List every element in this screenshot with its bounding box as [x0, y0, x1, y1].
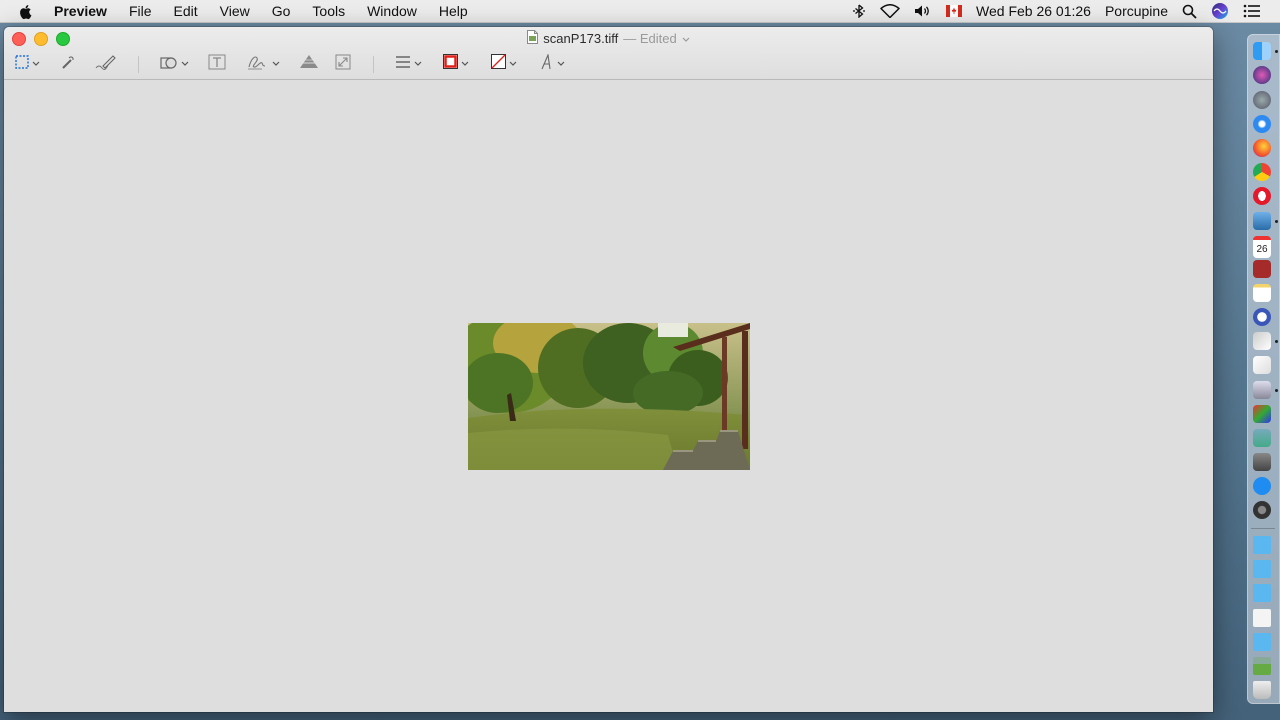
menubar-clock[interactable]: Wed Feb 26 01:26	[976, 3, 1091, 19]
menubar-user[interactable]: Porcupine	[1105, 3, 1168, 19]
dock-divider	[1251, 528, 1275, 529]
scanner-icon[interactable]	[1253, 381, 1271, 399]
running-indicator	[1275, 389, 1278, 392]
toolbar-divider	[138, 56, 139, 73]
menu-view[interactable]: View	[209, 0, 261, 22]
chevron-down-icon	[557, 61, 565, 66]
safari-icon[interactable]	[1253, 115, 1271, 133]
chevron-down-icon	[509, 61, 517, 66]
pencil-sketch-icon	[95, 54, 117, 75]
chevron-down-icon	[461, 61, 469, 66]
notes-icon[interactable]	[1253, 284, 1271, 302]
fill-color-icon	[491, 54, 506, 74]
photo-booth-icon[interactable]	[1253, 405, 1271, 423]
input-source-flag-icon[interactable]	[946, 5, 963, 17]
preview-icon[interactable]	[1253, 212, 1271, 230]
menu-help[interactable]: Help	[428, 0, 479, 22]
text-tool-button[interactable]	[208, 52, 226, 76]
text-style-button[interactable]	[540, 52, 565, 76]
fill-color-button[interactable]	[491, 52, 517, 76]
launchpad-icon[interactable]	[1253, 91, 1271, 109]
preview-image-icon[interactable]	[1253, 429, 1271, 447]
document-canvas[interactable]	[4, 80, 1213, 712]
dictionary-icon[interactable]	[1253, 260, 1271, 278]
running-indicator	[1275, 50, 1278, 53]
preview-window: scanP173.tiff — Edited	[4, 27, 1213, 712]
script-editor-icon[interactable]	[1253, 356, 1271, 374]
menu-window[interactable]: Window	[356, 0, 428, 22]
prism-icon	[299, 54, 319, 75]
adjust-size-button[interactable]	[335, 52, 351, 76]
app-store-icon[interactable]	[1253, 477, 1271, 495]
image-thumb-icon[interactable]	[1253, 657, 1271, 675]
sketch-button[interactable]	[95, 52, 117, 76]
window-title[interactable]: scanP173.tiff — Edited	[4, 30, 1213, 47]
shape-style-button[interactable]	[395, 52, 422, 76]
document-filename: scanP173.tiff	[543, 31, 619, 46]
title-bar: scanP173.tiff — Edited	[4, 27, 1213, 80]
resize-icon	[335, 54, 351, 75]
adjust-color-button[interactable]	[299, 52, 319, 76]
menu-edit[interactable]: Edit	[163, 0, 209, 22]
shapes-button[interactable]	[160, 52, 189, 76]
chevron-down-icon[interactable]	[682, 31, 690, 46]
instant-alpha-button[interactable]	[60, 52, 76, 76]
toolbar-divider	[373, 56, 374, 73]
notification-center-icon[interactable]	[1243, 4, 1261, 18]
border-color-icon	[443, 54, 458, 74]
sign-button[interactable]	[247, 52, 280, 76]
siri-icon[interactable]	[1253, 66, 1271, 84]
running-indicator	[1275, 220, 1278, 223]
rectangular-selection-icon	[15, 54, 29, 74]
folder-icon[interactable]	[1253, 584, 1271, 602]
markup-toolbar	[4, 52, 1213, 78]
chrome-icon[interactable]	[1253, 163, 1271, 181]
menu-file[interactable]: File	[118, 0, 163, 22]
shapes-icon	[160, 54, 178, 75]
volume-icon[interactable]	[914, 4, 932, 18]
wifi-icon[interactable]	[880, 4, 900, 18]
trash-icon[interactable]	[1253, 681, 1271, 699]
bluetooth-icon[interactable]	[852, 4, 866, 18]
border-color-button[interactable]	[443, 52, 469, 76]
image-capture-icon[interactable]	[1253, 453, 1271, 471]
text-box-icon	[208, 54, 226, 75]
folder-icon[interactable]	[1253, 536, 1271, 554]
chevron-down-icon	[32, 61, 40, 66]
edited-status[interactable]: — Edited	[623, 31, 676, 46]
menu-bar: Preview File Edit View Go Tools Window H…	[0, 0, 1280, 23]
finder-icon[interactable]	[1253, 42, 1271, 60]
document-proxy-icon[interactable]	[527, 30, 539, 47]
line-style-icon	[395, 55, 411, 74]
running-indicator	[1275, 340, 1278, 343]
apple-menu-icon[interactable]	[18, 3, 38, 20]
siri-icon[interactable]	[1211, 2, 1229, 20]
document-image[interactable]	[468, 323, 750, 470]
firefox-icon[interactable]	[1253, 139, 1271, 157]
magic-wand-icon	[60, 54, 76, 75]
menu-tools[interactable]: Tools	[301, 0, 356, 22]
font-style-icon	[540, 52, 554, 75]
signature-icon	[247, 53, 269, 76]
spotlight-search-icon[interactable]	[1182, 4, 1197, 19]
textedit-icon[interactable]	[1253, 332, 1271, 350]
chevron-down-icon	[181, 61, 189, 66]
documents-icon[interactable]	[1253, 609, 1271, 627]
chevron-down-icon	[272, 61, 280, 66]
calendar-icon[interactable]: 26	[1253, 236, 1271, 258]
menu-go[interactable]: Go	[261, 0, 302, 22]
chevron-down-icon	[414, 61, 422, 66]
downloads-icon[interactable]	[1253, 633, 1271, 651]
menu-app-preview[interactable]: Preview	[52, 0, 118, 22]
folder-icon[interactable]	[1253, 560, 1271, 578]
selection-tool-button[interactable]	[15, 52, 40, 76]
opera-icon[interactable]	[1253, 187, 1271, 205]
system-preferences-icon[interactable]	[1253, 501, 1271, 519]
dock: 26	[1247, 34, 1280, 704]
pages-icon[interactable]	[1253, 308, 1271, 326]
